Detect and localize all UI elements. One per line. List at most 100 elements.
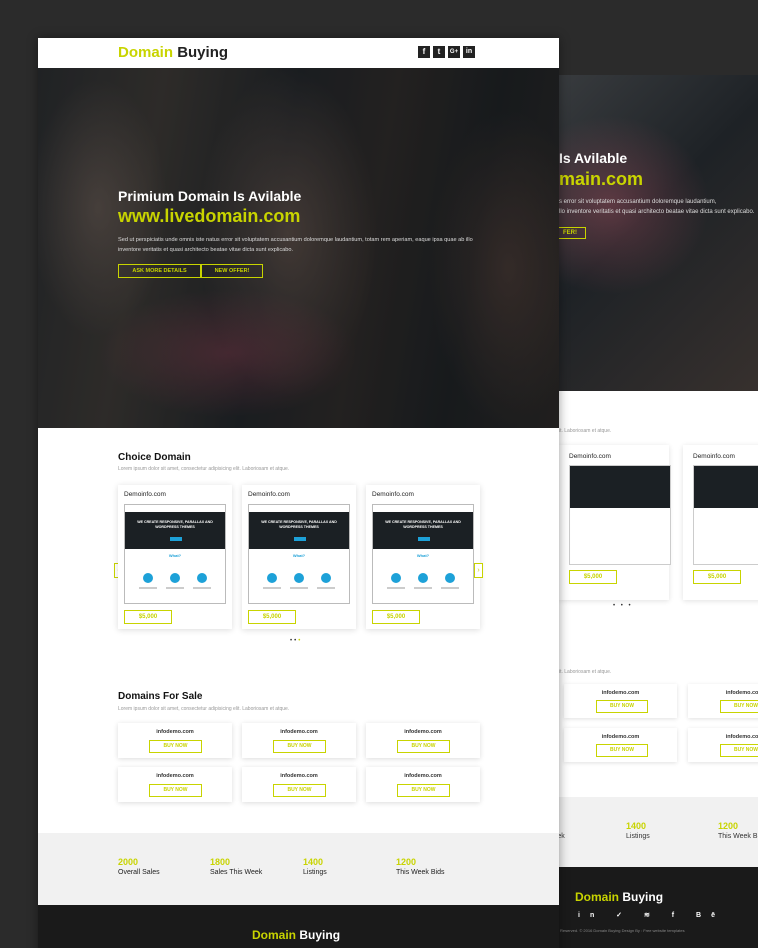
domain-card[interactable]: Demoinfo.com WE CREATE RESPONSIVE, PARAL… bbox=[242, 485, 356, 629]
new-offer-button[interactable]: NEW OFFER! bbox=[201, 264, 263, 278]
domain-card-screenshot: WE CREATE RESPONSIVE, PARALLAX AND WORDP… bbox=[372, 504, 474, 604]
stat-overall-sales: 2000 Overall Sales bbox=[118, 857, 160, 876]
back-sale-item: infodemo.com BUY NOW bbox=[564, 684, 677, 718]
hero-subtitle: Primium Domain Is Avilable bbox=[118, 188, 302, 204]
site-logo[interactable]: Domain Buying bbox=[118, 44, 228, 61]
domain-card-price[interactable]: $5,000 bbox=[124, 610, 172, 624]
stat-label: Listings bbox=[303, 869, 327, 876]
back-sale-name: infodemo.com bbox=[725, 690, 758, 696]
choice-domain-heading: Choice Domain bbox=[118, 452, 191, 463]
back-stat: 1400 Listings bbox=[626, 821, 650, 840]
google-plus-icon[interactable]: G+ bbox=[448, 46, 460, 58]
back-card-price[interactable]: $5,000 bbox=[569, 570, 617, 584]
back-stat-value: 1400 bbox=[626, 821, 647, 831]
domain-card-title: Demoinfo.com bbox=[124, 491, 166, 498]
buy-now-button[interactable]: BUY NOW bbox=[273, 784, 326, 797]
sale-item-name: infodemo.com bbox=[404, 773, 442, 779]
stat-label: This Week Bids bbox=[396, 869, 445, 876]
carousel-dot-active[interactable]: • bbox=[298, 638, 302, 644]
buy-now-button[interactable]: BUY NOW bbox=[397, 784, 450, 797]
back-sale-item: infodemo.com BUY NOW bbox=[564, 728, 677, 762]
back-stat: 1200 This Week B bbox=[718, 821, 758, 840]
footer-logo-rest: Buying bbox=[299, 928, 341, 942]
back-stat-label: Listings bbox=[626, 833, 650, 840]
screenshot-what-label: What? bbox=[168, 553, 182, 558]
back-card-title: Demoinfo.com bbox=[569, 453, 611, 460]
stat-value: 1800 bbox=[210, 857, 231, 867]
back-hero-subtitle: Is Avilable bbox=[559, 150, 628, 166]
sale-item-name: infodemo.com bbox=[156, 773, 194, 779]
back-carousel-dots[interactable]: • • • bbox=[613, 603, 633, 609]
carousel-dots[interactable]: ••• bbox=[290, 638, 302, 644]
hero-paragraph: Sed ut perspiciatis unde omnis iste natu… bbox=[118, 237, 473, 253]
back-domain-card[interactable]: Demoinfo.com $5,000 bbox=[683, 445, 758, 600]
logo-rest: Buying bbox=[177, 44, 229, 61]
domain-card-price[interactable]: $5,000 bbox=[372, 610, 420, 624]
sale-item-name: infodemo.com bbox=[404, 729, 442, 735]
choice-domain-subtitle: Lorem ipsum dolor sit amet, consectetur … bbox=[118, 466, 290, 472]
back-footer-social-icons[interactable]: in ✓ ≋ f Bē bbox=[578, 911, 725, 919]
domain-card-title: Demoinfo.com bbox=[372, 491, 414, 498]
back-copyright: Reserved. © 2016 Domain Buying Design By… bbox=[560, 928, 685, 933]
footer-logo[interactable]: Domain Buying bbox=[252, 928, 340, 942]
stats-band: 2000 Overall Sales 1800 Sales This Week … bbox=[38, 833, 559, 906]
stat-value: 2000 bbox=[118, 857, 139, 867]
back-hero: Is Avilable main.com s error sit volupta… bbox=[540, 75, 758, 391]
back-card-title: Demoinfo.com bbox=[693, 453, 735, 460]
sale-item: infodemo.com BUY NOW bbox=[242, 723, 356, 758]
sale-item: infodemo.com BUY NOW bbox=[118, 767, 232, 802]
logo-accent: Domain bbox=[118, 44, 174, 61]
domains-for-sale-subtitle: Lorem ipsum dolor sit amet, consectetur … bbox=[118, 706, 290, 712]
stat-value: 1200 bbox=[396, 857, 417, 867]
stat-this-week-bids: 1200 This Week Bids bbox=[396, 857, 445, 876]
back-buy-now-button[interactable]: BUY NOW bbox=[720, 744, 758, 757]
twitter-icon[interactable]: t bbox=[433, 46, 445, 58]
back-footer: Domain Buying in ✓ ≋ f Bē Reserved. © 20… bbox=[540, 867, 758, 948]
domain-card[interactable]: Demoinfo.com WE CREATE RESPONSIVE, PARAL… bbox=[118, 485, 232, 629]
ask-more-details-button[interactable]: ASK MORE DETAILS bbox=[118, 264, 201, 278]
back-hero-title: main.com bbox=[559, 169, 644, 189]
screenshot-what-label: What? bbox=[416, 553, 430, 558]
back-hero-paragraph: s error sit voluptatem accusantium dolor… bbox=[559, 197, 754, 217]
back-stats-band: is Week 1400 Listings 1200 This Week B bbox=[540, 797, 758, 867]
screenshot-headline: WE CREATE RESPONSIVE, PARALLAX AND WORDP… bbox=[261, 520, 337, 529]
buy-now-button[interactable]: BUY NOW bbox=[397, 740, 450, 753]
back-card-screenshot bbox=[569, 465, 671, 565]
domain-card-title: Demoinfo.com bbox=[248, 491, 290, 498]
back-buy-now-button[interactable]: BUY NOW bbox=[596, 700, 648, 713]
domain-card-price[interactable]: $5,000 bbox=[248, 610, 296, 624]
hero-banner: Primium Domain Is Avilable www.livedomai… bbox=[38, 68, 559, 428]
sale-item-name: infodemo.com bbox=[156, 729, 194, 735]
back-buy-now-button[interactable]: BUY NOW bbox=[720, 700, 758, 713]
buy-now-button[interactable]: BUY NOW bbox=[273, 740, 326, 753]
back-choice-subtitle: it. Laboriosam et atque. bbox=[559, 428, 612, 434]
buy-now-button[interactable]: BUY NOW bbox=[149, 784, 202, 797]
hero-title: www.livedomain.com bbox=[118, 206, 301, 226]
site-footer: Domain Buying bbox=[38, 905, 559, 948]
back-buy-now-button[interactable]: BUY NOW bbox=[596, 744, 648, 757]
stat-label: Sales This Week bbox=[210, 869, 263, 876]
back-sale-name: infodemo.com bbox=[725, 734, 758, 740]
domains-for-sale-heading: Domains For Sale bbox=[118, 691, 203, 702]
sale-item: infodemo.com BUY NOW bbox=[118, 723, 232, 758]
domain-card[interactable]: Demoinfo.com WE CREATE RESPONSIVE, PARAL… bbox=[366, 485, 480, 629]
stat-label: Overall Sales bbox=[118, 869, 160, 876]
footer-logo-accent: Domain bbox=[252, 928, 297, 942]
back-stat-label: This Week B bbox=[718, 833, 758, 840]
back-sale-name: infodemo.com bbox=[601, 690, 640, 696]
mockup-stage: Is Avilable main.com s error sit volupta… bbox=[0, 0, 758, 948]
linkedin-icon[interactable]: in bbox=[463, 46, 475, 58]
back-card-price[interactable]: $5,000 bbox=[693, 570, 741, 584]
back-domain-card[interactable]: Demoinfo.com $5,000 bbox=[559, 445, 671, 600]
stat-listings: 1400 Listings bbox=[303, 857, 327, 876]
sale-item-name: infodemo.com bbox=[280, 773, 318, 779]
back-footer-logo[interactable]: Domain Buying bbox=[575, 890, 663, 904]
header-social-icons: f t G+ in bbox=[418, 46, 475, 58]
front-page: Domain Buying f t G+ in Primium Domain I… bbox=[38, 38, 559, 948]
facebook-icon[interactable]: f bbox=[418, 46, 430, 58]
sale-item: infodemo.com BUY NOW bbox=[366, 723, 480, 758]
buy-now-button[interactable]: BUY NOW bbox=[149, 740, 202, 753]
back-sale-subtitle: it. Laboriosam et atque. bbox=[559, 669, 612, 675]
back-sale-item: infodemo.com BUY NOW bbox=[688, 728, 758, 762]
carousel-next-button[interactable]: › bbox=[474, 563, 483, 578]
